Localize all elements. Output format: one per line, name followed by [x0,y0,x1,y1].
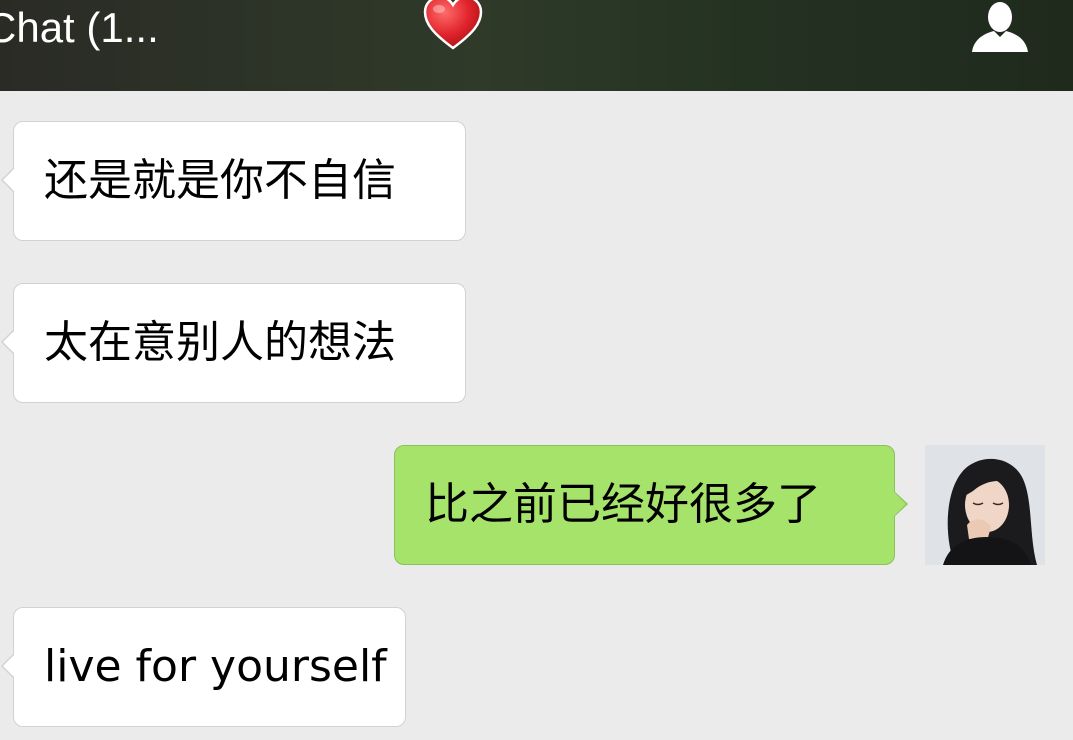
chat-header: Chat (1... [0,0,1073,91]
avatar-photo [925,445,1045,565]
incoming-message-bubble[interactable]: live for yourself [1,607,406,727]
incoming-message-bubble[interactable]: 还是就是你不自信 [1,121,466,241]
chat-title[interactable]: Chat (1... [0,0,159,60]
message-list[interactable]: 还是就是你不自信 太在意别人的想法 比之前已经好很多了 live for you… [0,91,1073,740]
heart-icon [423,0,483,50]
contact-info-icon[interactable] [968,0,1032,56]
avatar[interactable] [925,445,1045,565]
incoming-message-bubble[interactable]: 太在意别人的想法 [1,283,466,403]
outgoing-message-bubble[interactable]: 比之前已经好很多了 [394,445,908,565]
